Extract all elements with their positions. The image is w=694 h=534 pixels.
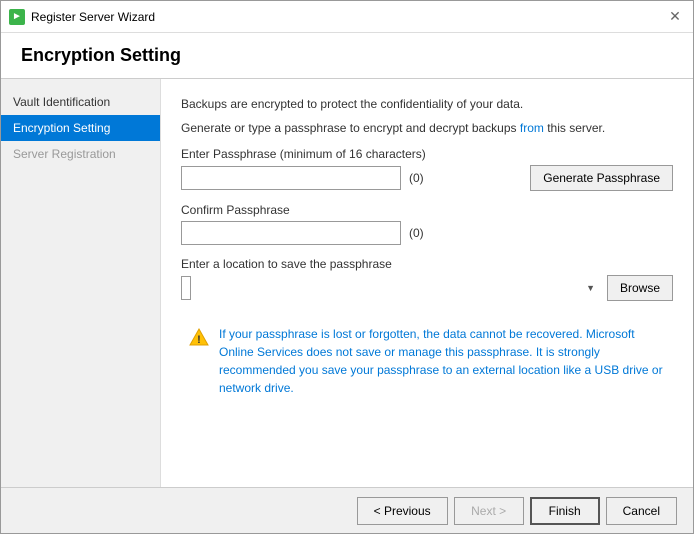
passphrase-row: (0) Generate Passphrase <box>181 165 673 191</box>
location-dropdown-wrapper <box>181 276 599 300</box>
warning-text: If your passphrase is lost or forgotten,… <box>219 325 665 397</box>
title-bar-text: Register Server Wizard <box>31 10 155 24</box>
sidebar-item-encryption-setting[interactable]: Encryption Setting <box>1 115 160 141</box>
sidebar-item-server-registration: Server Registration <box>1 141 160 167</box>
next-button[interactable]: Next > <box>454 497 524 525</box>
page-title-bar: Encryption Setting <box>1 33 693 79</box>
passphrase-label: Enter Passphrase (minimum of 16 characte… <box>181 147 673 161</box>
content-area: Backups are encrypted to protect the con… <box>161 79 693 487</box>
svg-text:!: ! <box>197 334 201 346</box>
app-icon: ► <box>9 9 25 25</box>
location-section: Enter a location to save the passphrase … <box>181 257 673 301</box>
location-label: Enter a location to save the passphrase <box>181 257 673 271</box>
location-row: Browse <box>181 275 673 301</box>
page-title: Encryption Setting <box>21 45 673 66</box>
browse-button[interactable]: Browse <box>607 275 673 301</box>
dialog-window: ► Register Server Wizard ✕ Encryption Se… <box>0 0 694 534</box>
confirm-passphrase-row: (0) <box>181 221 673 245</box>
main-content: Vault Identification Encryption Setting … <box>1 79 693 487</box>
info-line-2: Generate or type a passphrase to encrypt… <box>181 119 673 137</box>
sidebar-item-vault-identification[interactable]: Vault Identification <box>1 89 160 115</box>
footer: < Previous Next > Finish Cancel <box>1 487 693 533</box>
passphrase-input[interactable] <box>181 166 401 190</box>
warning-icon: ! <box>189 327 209 347</box>
confirm-count: (0) <box>409 226 424 240</box>
title-bar-left: ► Register Server Wizard <box>9 9 155 25</box>
confirm-passphrase-input[interactable] <box>181 221 401 245</box>
passphrase-group: Enter Passphrase (minimum of 16 characte… <box>181 147 673 191</box>
sidebar: Vault Identification Encryption Setting … <box>1 79 161 487</box>
finish-button[interactable]: Finish <box>530 497 600 525</box>
generate-passphrase-button[interactable]: Generate Passphrase <box>530 165 673 191</box>
warning-box: ! If your passphrase is lost or forgotte… <box>181 317 673 405</box>
location-dropdown[interactable] <box>181 276 191 300</box>
close-button[interactable]: ✕ <box>665 7 685 27</box>
cancel-button[interactable]: Cancel <box>606 497 677 525</box>
confirm-passphrase-label: Confirm Passphrase <box>181 203 673 217</box>
passphrase-count: (0) <box>409 171 424 185</box>
info-line-1: Backups are encrypted to protect the con… <box>181 95 673 113</box>
title-bar: ► Register Server Wizard ✕ <box>1 1 693 33</box>
confirm-passphrase-group: Confirm Passphrase (0) <box>181 203 673 245</box>
previous-button[interactable]: < Previous <box>357 497 448 525</box>
